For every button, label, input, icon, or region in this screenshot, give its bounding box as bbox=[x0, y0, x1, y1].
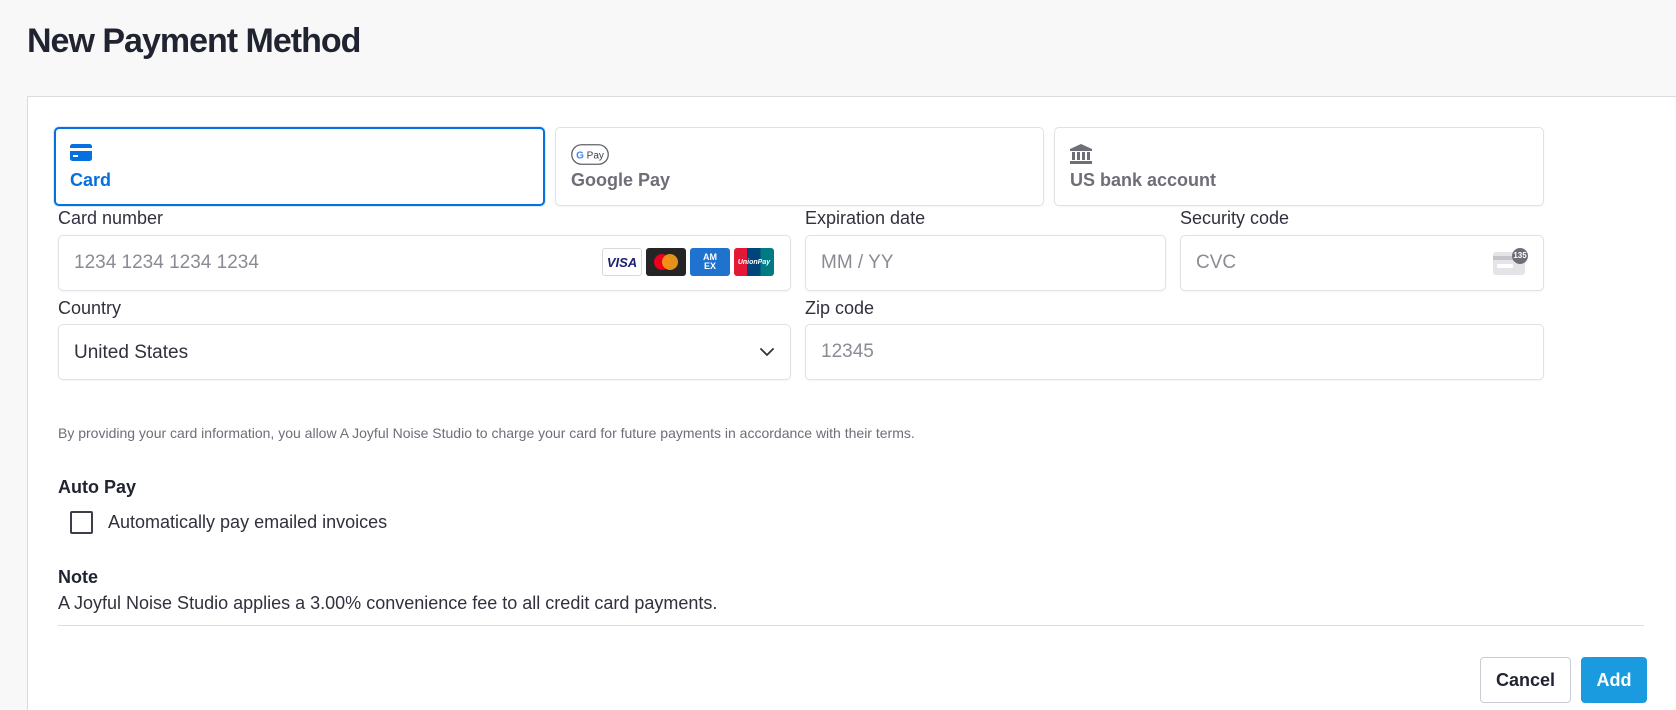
expiration-date-input[interactable] bbox=[821, 236, 1073, 290]
cvc-card-icon: 135 bbox=[1493, 248, 1529, 276]
autopay-title: Auto Pay bbox=[58, 477, 137, 497]
note-title: Note bbox=[58, 567, 98, 587]
amex-icon: AM EX bbox=[690, 248, 730, 276]
tab-us-bank-account[interactable]: US bank account bbox=[1054, 127, 1544, 206]
credit-card-icon bbox=[70, 144, 92, 166]
page-title: New Payment Method bbox=[27, 22, 361, 60]
country-select-value: United States bbox=[74, 342, 189, 363]
card-number-field[interactable]: VISA AM EX UnionPay bbox=[58, 235, 791, 291]
security-code-label: Security code bbox=[1180, 208, 1290, 228]
zip-code-label: Zip code bbox=[805, 298, 875, 318]
card-number-input[interactable] bbox=[74, 236, 586, 290]
country-select[interactable]: United States bbox=[58, 324, 791, 380]
expiration-date-label: Expiration date bbox=[805, 208, 926, 228]
expiration-date-field[interactable] bbox=[805, 235, 1166, 291]
country-label: Country bbox=[58, 298, 122, 318]
autopay-checkbox[interactable] bbox=[70, 511, 93, 534]
bank-icon bbox=[1070, 144, 1092, 169]
tab-card[interactable]: Card bbox=[54, 127, 545, 206]
payment-form-panel: Card G Pay Google Pay US bank account Ca… bbox=[27, 96, 1676, 710]
tab-google-pay[interactable]: G Pay Google Pay bbox=[555, 127, 1044, 206]
card-number-label: Card number bbox=[58, 208, 164, 228]
add-button[interactable]: Add bbox=[1581, 657, 1647, 703]
tab-us-bank-account-label: US bank account bbox=[1070, 170, 1217, 190]
tab-card-label: Card bbox=[70, 170, 112, 190]
chevron-down-icon bbox=[758, 343, 776, 366]
autopay-checkbox-label[interactable]: Automatically pay emailed invoices bbox=[108, 512, 387, 533]
note-text: A Joyful Noise Studio applies a 3.00% co… bbox=[58, 593, 718, 613]
security-code-field[interactable]: 135 bbox=[1180, 235, 1544, 291]
cancel-button[interactable]: Cancel bbox=[1480, 657, 1571, 703]
google-pay-icon: G Pay bbox=[571, 144, 609, 170]
visa-icon: VISA bbox=[602, 248, 642, 276]
zip-code-field[interactable] bbox=[805, 324, 1544, 380]
divider bbox=[58, 625, 1644, 626]
svg-text:G Pay: G Pay bbox=[576, 151, 604, 162]
zip-code-input[interactable] bbox=[821, 325, 1337, 379]
cvc-icon-text: 135 bbox=[1513, 251, 1527, 260]
unionpay-icon: UnionPay bbox=[734, 248, 774, 276]
tab-google-pay-label: Google Pay bbox=[571, 170, 671, 190]
mastercard-icon bbox=[646, 248, 686, 276]
consent-text: By providing your card information, you … bbox=[58, 425, 915, 441]
card-brand-icons: VISA AM EX UnionPay bbox=[602, 248, 774, 276]
security-code-input[interactable] bbox=[1196, 236, 1450, 290]
